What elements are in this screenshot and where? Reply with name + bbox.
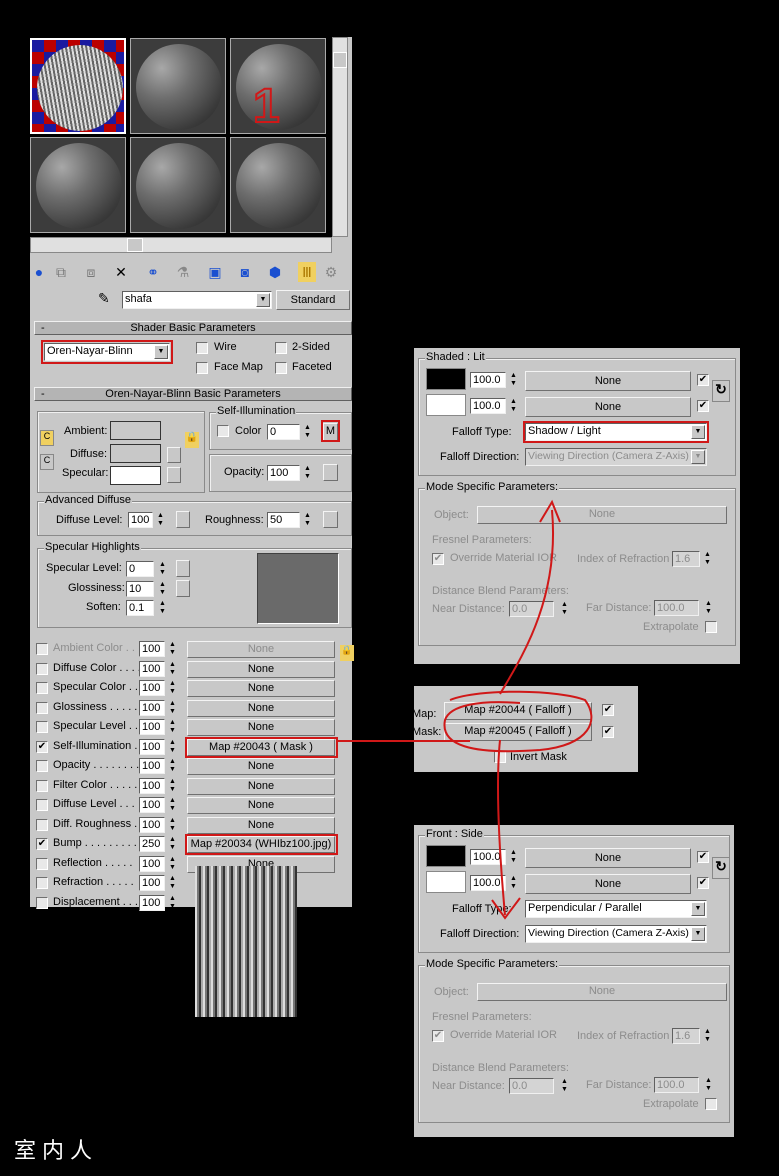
annotation-arrows [338,499,593,920]
arrow-mask-to-falloff-top [499,499,561,695]
watermark: 室内人 [14,1139,99,1164]
arrow-mask-to-falloff-bottom [491,739,521,920]
scribble-map-slots [443,690,593,753]
